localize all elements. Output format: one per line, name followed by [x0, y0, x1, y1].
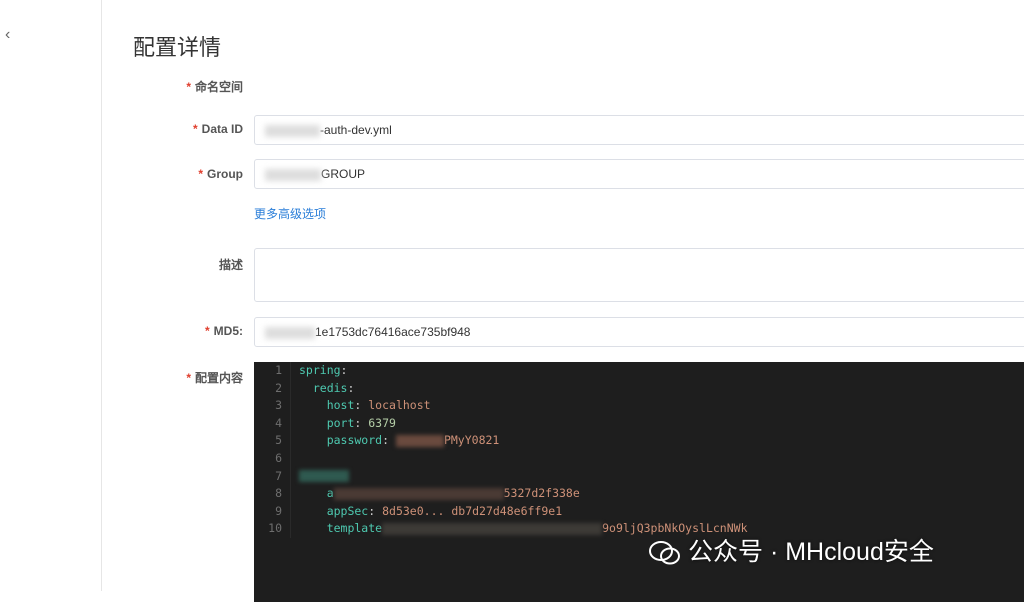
dataid-input[interactable]: -auth-dev.yml [254, 115, 1024, 145]
code-line: 4 port: 6379 [254, 414, 1024, 433]
md5-label: * MD5: [204, 324, 243, 338]
wechat-icon [649, 541, 680, 565]
code-line: 5 password: PMyY0821 [254, 432, 1024, 450]
code-line: 1 spring: [254, 362, 1024, 380]
code-line: 7 [254, 467, 1024, 486]
code-text [290, 449, 299, 468]
namespace-label: * 命名空间 [186, 80, 243, 94]
code-line: 9 appSec: 8d53e0... db7d27d48e6ff9e1 [254, 502, 1024, 521]
code-text: port: 6379 [290, 414, 396, 433]
line-number: 8 [275, 486, 282, 501]
code-text: password: PMyY0821 [290, 432, 499, 450]
line-number: 6 [275, 450, 282, 465]
code-line: 3 host: localhost [254, 397, 1024, 415]
description-label: 描述 [218, 258, 243, 272]
code-line: 6 [254, 449, 1024, 468]
chevron-left-icon[interactable]: ‹ [5, 26, 10, 44]
code-text: appSec: 8d53e0... db7d27d48e6ff9e1 [290, 502, 562, 521]
description-textarea[interactable] [254, 248, 1024, 302]
code-text: redis: [290, 379, 354, 398]
group-label: * Group [198, 167, 243, 181]
sidebar: ‹ [0, 0, 102, 591]
group-input[interactable]: GROUP [254, 159, 1024, 189]
page-title: 配置详情 [133, 35, 222, 60]
line-number: 7 [275, 468, 282, 483]
line-number: 2 [275, 380, 282, 395]
md5-input[interactable]: 1e1753dc76416ace735bf948 [254, 317, 1024, 347]
line-number: 9 [275, 503, 282, 518]
advanced-options-link[interactable]: 更多高级选项 [254, 205, 326, 222]
line-number: 1 [275, 363, 282, 377]
code-line: 8 a 5327d2f338e [254, 485, 1024, 503]
code-text: spring: [290, 362, 347, 380]
code-text: a 5327d2f338e [290, 485, 580, 503]
watermark: 公众号 · MHcloud安全 [648, 532, 934, 568]
content-label: * 配置内容 [186, 371, 243, 385]
code-text: host: localhost [290, 397, 431, 415]
line-number: 4 [275, 415, 282, 430]
dataid-label: * Data ID [192, 122, 243, 136]
code-text [290, 467, 349, 486]
line-number: 3 [275, 398, 282, 413]
line-number: 10 [268, 521, 282, 536]
code-line: 2 redis: [254, 379, 1024, 398]
line-number: 5 [275, 433, 282, 448]
